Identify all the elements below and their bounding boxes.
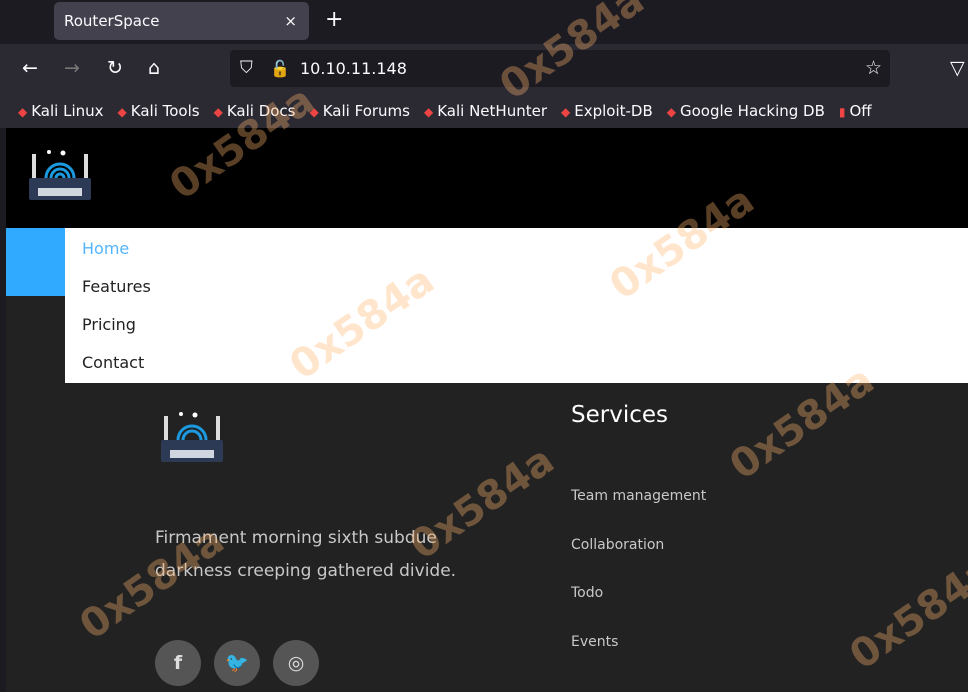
bookmark-icon: ◆	[666, 105, 676, 119]
navigation-toolbar: ← → ↻ ⌂ ⛉ 🔓 10.10.11.148 ☆ ▽	[0, 44, 968, 94]
social-links: f 🐦 ◎	[155, 640, 319, 686]
bookmark-icon: ▮	[838, 105, 846, 119]
shield-icon[interactable]: ⛉	[240, 50, 253, 87]
footer-router-logo-icon	[161, 412, 223, 462]
instagram-icon[interactable]: ◎	[273, 640, 319, 686]
router-logo-icon[interactable]	[28, 148, 92, 206]
forward-icon[interactable]: →	[64, 57, 80, 79]
twitter-icon[interactable]: 🐦	[214, 640, 260, 686]
bookmark-icon: ◆	[18, 105, 28, 119]
site-header	[6, 128, 968, 228]
bookmarks-bar: ◆ Kali Linux ◆ Kali Tools ◆ Kali Docs ◆ Kali…	[0, 94, 968, 128]
bookmark-label: Kali Linux	[31, 102, 104, 120]
bookmark-label: Kali Tools	[130, 102, 200, 120]
bookmark[interactable]: ◆ Kali NetHunter	[424, 102, 547, 120]
nav-features[interactable]: Features	[65, 266, 968, 304]
tab-bar: RouterSpace × +	[0, 0, 968, 44]
bookmark[interactable]: ◆ Kali Forums	[310, 102, 410, 120]
back-icon[interactable]: ←	[22, 57, 38, 79]
url-bar[interactable]: ⛉ 🔓 10.10.11.148 ☆	[230, 50, 890, 87]
bookmark-label: Exploit-DB	[574, 102, 653, 120]
bookmark-icon: ◆	[213, 105, 223, 119]
bookmark[interactable]: ▮ Off	[839, 102, 872, 120]
menu-toggle[interactable]	[6, 228, 65, 296]
bookmark-label: Google Hacking DB	[680, 102, 825, 120]
url-text[interactable]: 10.10.11.148	[300, 59, 407, 78]
footer-description: Firmament morning sixth subdue darkness …	[155, 528, 457, 581]
facebook-icon[interactable]: f	[155, 640, 201, 686]
bookmark[interactable]: ◆ Exploit-DB	[561, 102, 653, 120]
bookmark-icon: ◆	[117, 105, 127, 119]
page-content: Home Features Pricing Contact Firmament …	[6, 128, 968, 692]
bookmark-label: Off	[849, 102, 872, 120]
reload-icon[interactable]: ↻	[107, 57, 123, 79]
service-link[interactable]: Todo	[571, 585, 706, 634]
new-tab-button[interactable]: +	[325, 7, 343, 32]
bookmark[interactable]: ◆ Google Hacking DB	[667, 102, 825, 120]
bookmark-star-icon[interactable]: ☆	[865, 50, 882, 87]
tab-title: RouterSpace	[64, 12, 160, 30]
home-icon[interactable]: ⌂	[148, 57, 160, 79]
service-link[interactable]: Team management	[571, 488, 706, 537]
bookmark-label: Kali Forums	[322, 102, 410, 120]
insecure-lock-icon[interactable]: 🔓	[270, 50, 290, 87]
bookmark-label: Kali Docs	[226, 102, 296, 120]
main-menu: Home Features Pricing Contact	[65, 228, 968, 383]
bookmark-label: Kali NetHunter	[437, 102, 547, 120]
nav-contact[interactable]: Contact	[65, 342, 968, 380]
service-link[interactable]: Events	[571, 634, 706, 683]
services-title: Services	[571, 402, 668, 428]
tab-routerspace[interactable]: RouterSpace ×	[54, 2, 309, 40]
services-list: Team management Collaboration Todo Event…	[571, 488, 706, 682]
bookmark[interactable]: ◆ Kali Tools	[118, 102, 200, 120]
pocket-icon[interactable]: ▽	[950, 57, 965, 79]
bookmark[interactable]: ◆ Kali Docs	[214, 102, 296, 120]
bookmark[interactable]: ◆ Kali Linux	[18, 102, 104, 120]
bookmark-icon: ◆	[423, 105, 434, 119]
bookmark-icon: ◆	[309, 105, 319, 119]
close-tab-icon[interactable]: ×	[284, 2, 297, 40]
bookmark-icon: ◆	[561, 105, 571, 119]
service-link[interactable]: Collaboration	[571, 537, 706, 586]
nav-home[interactable]: Home	[65, 228, 968, 266]
nav-pricing[interactable]: Pricing	[65, 304, 968, 342]
